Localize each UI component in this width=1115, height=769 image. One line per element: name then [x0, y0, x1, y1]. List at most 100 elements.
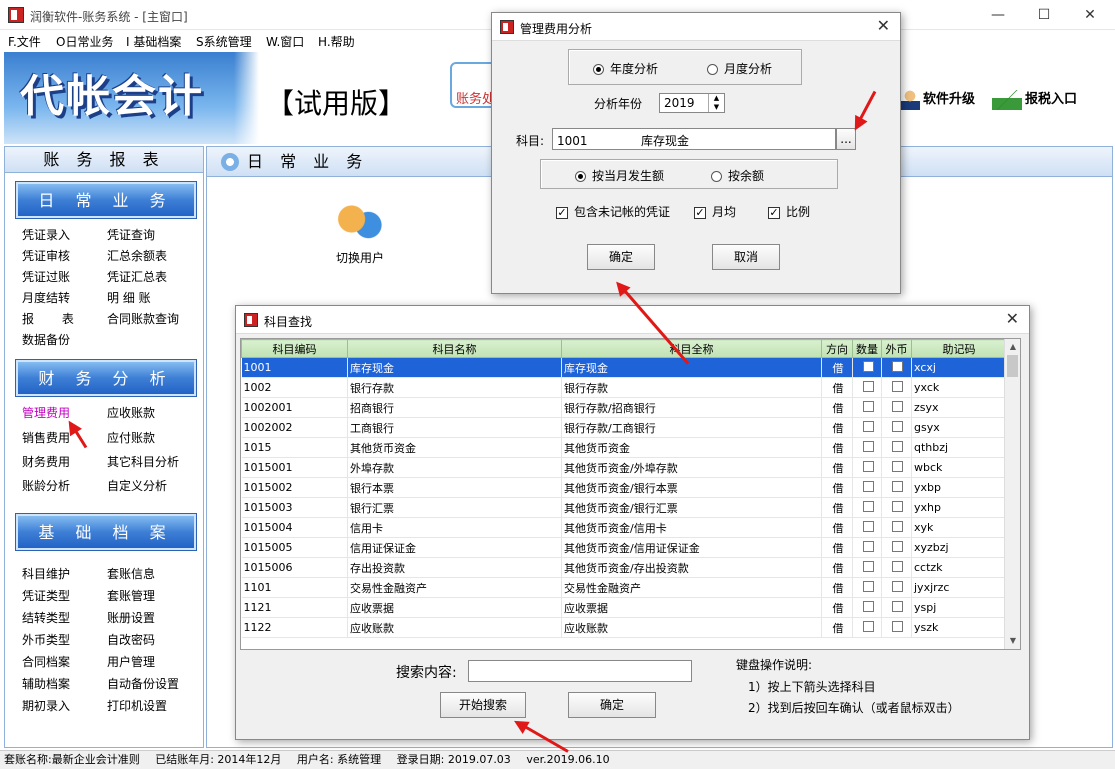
sidebar-item-contract-archive[interactable]: 合同档案 — [22, 653, 70, 670]
checkbox[interactable] — [862, 520, 874, 532]
checkbox[interactable] — [892, 500, 903, 512]
table-row[interactable]: 1015006 存出投资款 其他货币资金/存出投资款借 cctzk — [241, 557, 1007, 578]
check-monthly[interactable]: ✓ 月均 — [694, 203, 736, 220]
sidebar-item-change-password[interactable]: 自改密码 — [107, 631, 155, 648]
sidebar-item-user-manage[interactable]: 用户管理 — [107, 653, 155, 670]
start-search-button[interactable]: 开始搜索 — [440, 692, 526, 718]
checkbox[interactable] — [862, 440, 874, 452]
cell-quantity-checkbox[interactable] — [852, 437, 882, 458]
checkbox[interactable] — [892, 360, 903, 372]
col-mnemonic[interactable]: 助记码 — [911, 339, 1007, 358]
checkbox[interactable] — [862, 420, 874, 432]
cell-currency-checkbox[interactable] — [881, 577, 912, 598]
table-row[interactable]: 1121 应收票据 应收票据借 yspj — [241, 597, 1007, 618]
maximize-button[interactable]: ☐ — [1021, 0, 1067, 30]
sidebar-item-voucher-summary[interactable]: 凭证汇总表 — [107, 268, 167, 285]
cell-currency-checkbox[interactable] — [881, 417, 912, 438]
group-daily[interactable]: 日 常 业 务 — [15, 181, 197, 219]
close-button[interactable]: ✕ — [1067, 0, 1113, 30]
cell-quantity-checkbox[interactable] — [852, 617, 882, 638]
close-icon[interactable]: ✕ — [877, 16, 890, 35]
ok-button[interactable]: 确定 — [568, 692, 656, 718]
table-row[interactable]: 1002002 工商银行 银行存款/工商银行借 gsyx — [241, 417, 1007, 438]
scroll-up-icon[interactable]: ▲ — [1005, 339, 1020, 355]
browse-button[interactable]: ... — [836, 128, 856, 150]
sidebar-item-ledger-settings[interactable]: 账册设置 — [107, 609, 155, 626]
checkbox[interactable] — [862, 580, 874, 592]
menu-help[interactable]: H.帮助 — [318, 33, 355, 50]
checkbox[interactable] — [892, 580, 903, 592]
cell-currency-checkbox[interactable] — [881, 557, 912, 578]
sidebar-item-voucher-posting[interactable]: 凭证过账 — [22, 268, 70, 285]
vertical-scrollbar[interactable]: ▲ ▼ — [1004, 339, 1020, 649]
sidebar-item-admin-expense[interactable]: 管理费用 — [22, 404, 70, 421]
cell-quantity-checkbox[interactable] — [852, 597, 882, 618]
cell-quantity-checkbox[interactable] — [852, 457, 882, 478]
table-row[interactable]: 1002 银行存款 银行存款借 yxck — [241, 377, 1007, 398]
col-direction[interactable]: 方向 — [821, 339, 853, 358]
sidebar-item-voucher-query[interactable]: 凭证查询 — [107, 226, 155, 243]
checkbox[interactable] — [892, 540, 903, 552]
checkbox[interactable] — [892, 480, 903, 492]
sidebar-item-opening-entry[interactable]: 期初录入 — [22, 697, 70, 714]
table-row[interactable]: 1015003 银行汇票 其他货币资金/银行汇票借 yxhp — [241, 497, 1007, 518]
table-row[interactable]: 1015005 信用证保证金 其他货币资金/信用证保证金借 xyzbzj — [241, 537, 1007, 558]
menu-system[interactable]: S系统管理 — [196, 33, 252, 50]
menu-window[interactable]: W.窗口 — [266, 33, 304, 50]
cell-quantity-checkbox[interactable] — [852, 377, 882, 398]
col-quantity[interactable]: 数量 — [852, 339, 882, 358]
check-unposted[interactable]: ✓ 包含未记帐的凭证 — [556, 203, 670, 220]
checkbox[interactable] — [862, 600, 874, 612]
sidebar-item-auto-backup[interactable]: 自动备份设置 — [107, 675, 179, 692]
radio-balance[interactable]: 按余额 — [711, 167, 764, 184]
sidebar-item-voucher-review[interactable]: 凭证审核 — [22, 247, 70, 264]
sidebar-item-sales-expense[interactable]: 销售费用 — [22, 429, 70, 446]
cell-quantity-checkbox[interactable] — [852, 497, 882, 518]
cell-currency-checkbox[interactable] — [881, 437, 912, 458]
sidebar-item-report[interactable]: 报 表 — [22, 310, 86, 327]
cell-currency-checkbox[interactable] — [881, 377, 912, 398]
cell-currency-checkbox[interactable] — [881, 457, 912, 478]
cell-currency-checkbox[interactable] — [881, 537, 912, 558]
sidebar-item-subject-maintain[interactable]: 科目维护 — [22, 565, 70, 582]
group-analysis[interactable]: 财 务 分 析 — [15, 359, 197, 397]
table-row[interactable]: 1101 交易性金融资产 交易性金融资产借 jyxjrzc — [241, 577, 1007, 598]
table-row[interactable]: 1015001 外埠存款 其他货币资金/外埠存款借 wbck — [241, 457, 1007, 478]
col-currency[interactable]: 外币 — [881, 339, 912, 358]
menu-file[interactable]: F.文件 — [8, 33, 41, 50]
col-code[interactable]: 科目编码 — [241, 339, 348, 358]
radio-current[interactable]: 按当月发生额 — [575, 167, 664, 184]
sidebar-item-currency-type[interactable]: 外币类型 — [22, 631, 70, 648]
checkbox[interactable] — [892, 420, 903, 432]
minimize-button[interactable]: — — [975, 0, 1021, 30]
sidebar-item-voucher-type[interactable]: 凭证类型 — [22, 587, 70, 604]
sidebar-item-book-manage[interactable]: 套账管理 — [107, 587, 155, 604]
sidebar-item-book-info[interactable]: 套账信息 — [107, 565, 155, 582]
cell-quantity-checkbox[interactable] — [852, 477, 882, 498]
year-spinner[interactable]: 2019 ▲ ▼ — [659, 93, 725, 113]
checkbox[interactable] — [892, 560, 903, 572]
cell-currency-checkbox[interactable] — [881, 617, 912, 638]
checkbox[interactable] — [892, 600, 903, 612]
table-row[interactable]: 1002001 招商银行 银行存款/招商银行借 zsyx — [241, 397, 1007, 418]
checkbox[interactable] — [862, 360, 874, 372]
cell-currency-checkbox[interactable] — [881, 357, 912, 378]
cell-quantity-checkbox[interactable] — [852, 357, 882, 378]
check-ratio[interactable]: ✓ 比例 — [768, 203, 810, 220]
sidebar-item-month-close[interactable]: 月度结转 — [22, 289, 70, 306]
spin-down-icon[interactable]: ▼ — [708, 103, 724, 112]
close-icon[interactable]: ✕ — [1006, 309, 1019, 328]
sidebar-item-receivable[interactable]: 应收账款 — [107, 404, 155, 421]
sidebar-item-ledger[interactable]: 明 细 账 — [107, 289, 151, 306]
checkbox[interactable] — [862, 540, 874, 552]
checkbox[interactable] — [892, 440, 903, 452]
sidebar-item-aging[interactable]: 账龄分析 — [22, 477, 70, 494]
sidebar-item-other-analysis[interactable]: 其它科目分析 — [107, 453, 179, 470]
checkbox[interactable] — [892, 520, 903, 532]
col-name[interactable]: 科目名称 — [347, 339, 562, 358]
sidebar-item-payable[interactable]: 应付账款 — [107, 429, 155, 446]
checkbox[interactable] — [892, 380, 903, 392]
sidebar-item-printer-settings[interactable]: 打印机设置 — [107, 697, 167, 714]
upgrade-button[interactable]: 软件升级 — [900, 88, 975, 110]
switch-user-button[interactable]: 切换用户 — [325, 203, 395, 266]
